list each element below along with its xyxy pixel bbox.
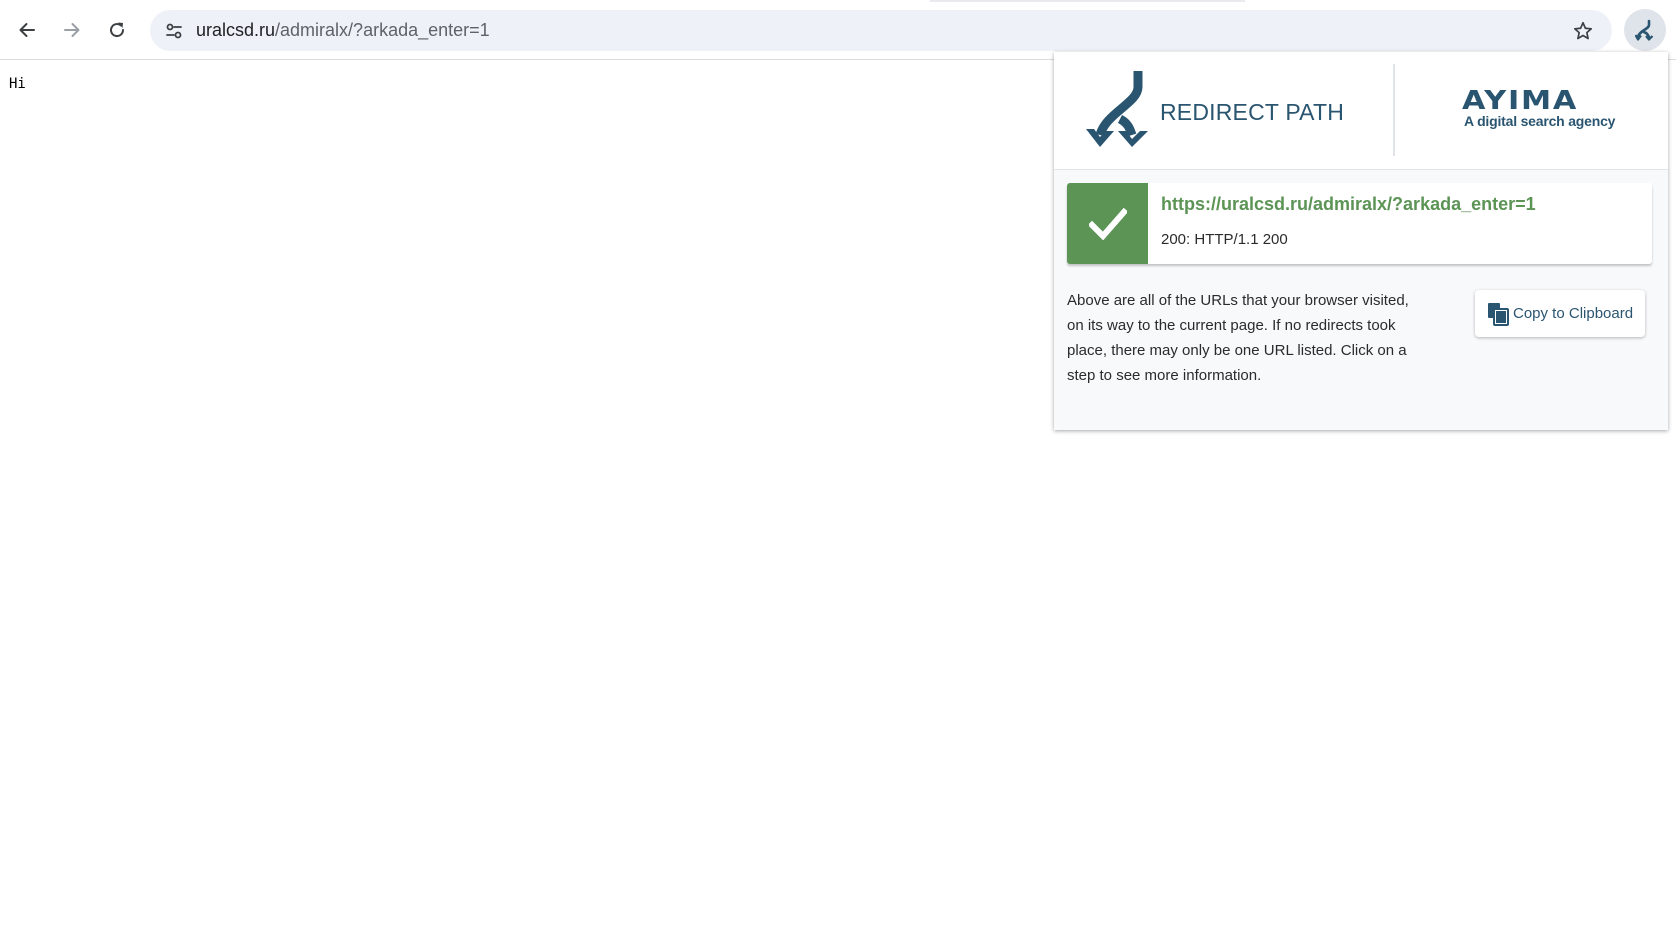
url-path: /admiralx/?arkada_enter=1 [275,20,490,40]
redirect-path-extension-button[interactable] [1624,9,1666,51]
forward-button[interactable] [54,12,90,48]
tune-icon [165,23,182,38]
tab-strip-line [930,0,1245,2]
info-text: Above are all of the URLs that your brow… [1067,292,1409,384]
clipboard-icon [1486,301,1510,327]
step-url: https://uralcsd.ru/admiralx/?arkada_ente… [1161,194,1536,214]
arrow-right-icon [64,23,80,37]
redirect-path-title: REDIRECT PATH [1160,99,1345,125]
url-text[interactable]: uralcsd.ru/admiralx/?arkada_enter=1 [196,10,490,51]
page-body-text: Hi [9,76,26,92]
copy-button-label: Copy to Clipboard [1513,305,1634,322]
reload-button[interactable] [99,12,135,48]
copy-to-clipboard-button[interactable]: Copy to Clipboard [1475,290,1645,337]
arrow-left-icon [19,23,35,37]
ayima-logo-text: AYIMA [1462,88,1578,112]
url-host: uralcsd.ru [196,20,276,40]
status-ok-badge [1067,183,1148,264]
browser-toolbar: uralcsd.ru/admiralx/?arkada_enter=1 [0,0,1676,60]
popup-header: REDIRECT PATH AYIMA A digital search age… [1054,52,1668,170]
ayima-tagline: A digital search agency [1464,113,1616,129]
redirect-path-icon [1635,19,1654,41]
bookmark-button[interactable] [1567,15,1598,46]
redirect-path-popup: REDIRECT PATH AYIMA A digital search age… [1054,52,1668,430]
ayima-logo: AYIMA [1462,88,1578,112]
star-icon [1573,21,1592,39]
address-bar[interactable]: uralcsd.ru/admiralx/?arkada_enter=1 [150,10,1612,51]
checkmark-icon [1088,207,1127,240]
redirect-path-logo-icon [1086,71,1148,147]
redirect-step-1[interactable]: https://uralcsd.ru/admiralx/?arkada_ente… [1067,183,1652,264]
site-info-button[interactable] [158,15,189,46]
header-divider [1393,64,1395,156]
reload-icon [110,22,125,38]
back-button[interactable] [9,12,45,48]
step-status: 200: HTTP/1.1 200 [1161,231,1288,248]
